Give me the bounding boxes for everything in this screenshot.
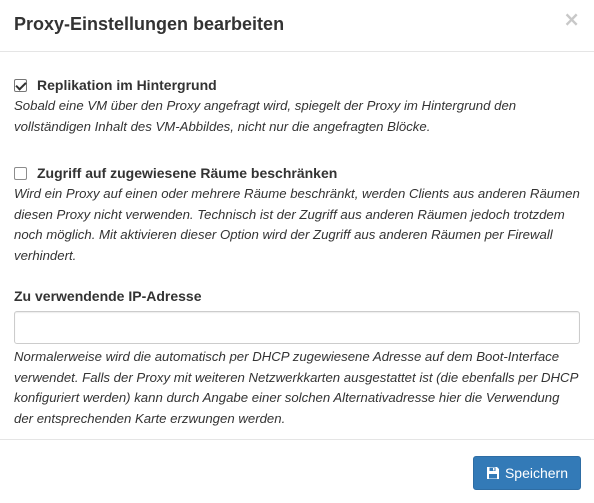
restrict-access-checkbox-row[interactable]: Zugriff auf zugewiesene Räume beschränke…	[14, 163, 580, 183]
replication-help-text: Sobald eine VM über den Proxy angefragt …	[14, 98, 517, 134]
floppy-disk-icon	[486, 467, 499, 479]
ip-address-help-text: Normalerweise wird die automatisch per D…	[14, 349, 578, 426]
dialog-footer: Speichern	[0, 439, 594, 503]
replication-section: Replikation im Hintergrund Sobald eine V…	[14, 75, 580, 137]
close-button[interactable]: ×	[563, 9, 580, 29]
replication-checkbox[interactable]	[14, 78, 27, 92]
proxy-settings-dialog: Proxy-Einstellungen bearbeiten × Replika…	[0, 0, 594, 503]
ip-address-section: Zu verwendende IP-Adresse Normalerweise …	[14, 286, 580, 429]
ip-address-label: Zu verwendende IP-Adresse	[14, 288, 202, 304]
restrict-access-help-text: Wird ein Proxy auf einen oder mehrere Rä…	[14, 186, 580, 263]
dialog-header: Proxy-Einstellungen bearbeiten ×	[0, 0, 594, 52]
dialog-title: Proxy-Einstellungen bearbeiten	[14, 14, 285, 34]
restrict-access-checkbox[interactable]	[14, 166, 27, 180]
restrict-access-label[interactable]: Zugriff auf zugewiesene Räume beschränke…	[37, 163, 337, 183]
restrict-access-section: Zugriff auf zugewiesene Räume beschränke…	[14, 163, 580, 266]
ip-address-input[interactable]	[14, 311, 580, 344]
replication-label[interactable]: Replikation im Hintergrund	[37, 75, 217, 95]
save-button-label: Speichern	[504, 465, 569, 481]
save-button[interactable]: Speichern	[473, 456, 581, 490]
replication-checkbox-row[interactable]: Replikation im Hintergrund	[14, 75, 580, 95]
